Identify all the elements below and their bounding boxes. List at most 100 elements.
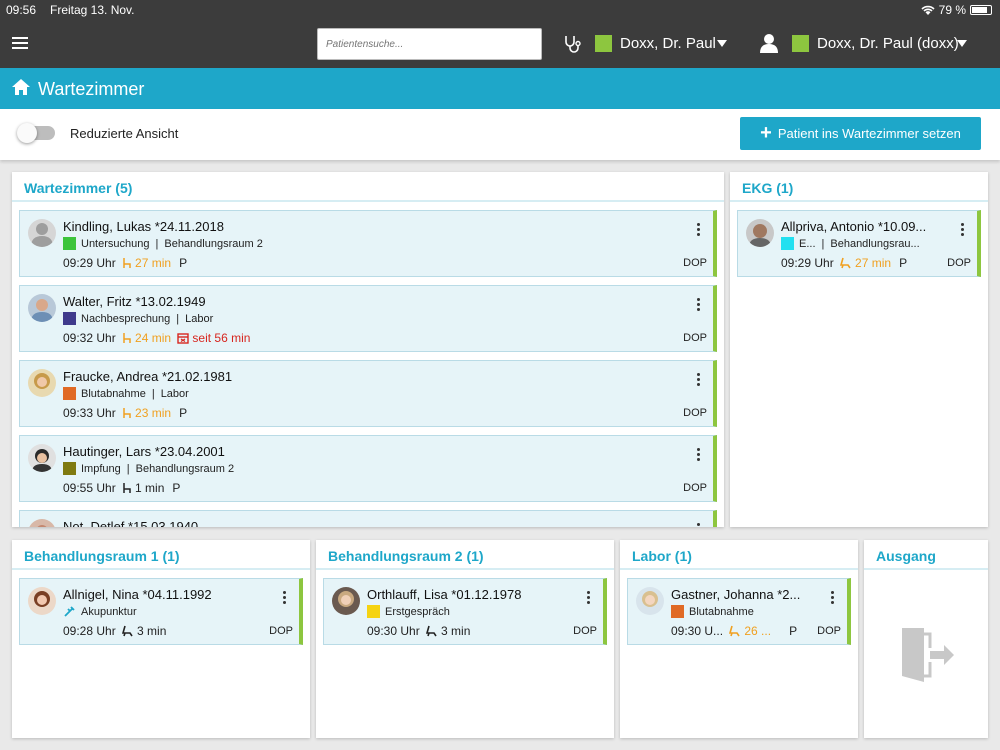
- room-label: Labor: [185, 312, 214, 325]
- page-title: Wartezimmer: [38, 79, 145, 99]
- patient-card[interactable]: Hautinger, Lars *23.04.2001 Impfung | Beha…: [19, 435, 717, 502]
- category-color: [63, 462, 76, 475]
- chair-icon: [729, 625, 740, 637]
- more-options-icon[interactable]: [587, 591, 591, 605]
- more-options-icon[interactable]: [831, 591, 835, 605]
- wait-time: 3 min: [137, 624, 167, 638]
- doctor-selector[interactable]: Doxx, Dr. Paul: [620, 35, 716, 52]
- category-label: Impfung: [81, 462, 121, 475]
- wait-time: 26 ...: [744, 624, 772, 638]
- private-flag: P: [179, 256, 188, 270]
- category-label: Blutabnahme: [81, 387, 146, 400]
- more-options-icon[interactable]: [283, 591, 287, 605]
- avatar: [28, 519, 56, 527]
- category-label: Erstgespräch: [385, 605, 450, 618]
- wait-time: 1 min: [135, 481, 165, 495]
- more-options-icon[interactable]: [697, 373, 701, 387]
- page-header: Wartezimmer: [0, 68, 1000, 109]
- avatar: [28, 444, 56, 472]
- ekg-panel: EKG (1) Allpriva, Antonio *10.09... E...…: [730, 172, 988, 527]
- room-label: Labor: [160, 387, 189, 400]
- user-selector[interactable]: Doxx, Dr. Paul (doxx): [817, 35, 959, 52]
- patient-card[interactable]: Walter, Fritz *13.02.1949 Nachbesprechun…: [19, 285, 717, 352]
- arrival-time: 09:55 Uhr: [63, 481, 116, 495]
- user-color-badge: [792, 35, 809, 52]
- exit-panel[interactable]: Ausgang: [864, 540, 988, 738]
- plus-icon: +: [760, 121, 772, 144]
- private-flag: P: [899, 256, 908, 270]
- more-options-icon[interactable]: [697, 223, 701, 237]
- panel-title: EKG (1): [730, 172, 988, 202]
- waiting-room-panel: Wartezimmer (5) Kindling, Lukas *24.11.2…: [12, 172, 724, 527]
- panel-title: Labor (1): [620, 540, 858, 570]
- doctor-code: DOP: [683, 257, 707, 269]
- room-label: Behandlungsraum 2: [164, 237, 263, 250]
- arrival-time: 09:32 Uhr: [63, 331, 116, 345]
- patient-name: Not, Detlef *15.03.1940: [63, 519, 199, 527]
- wait-time: 27 min: [135, 256, 172, 270]
- reduced-view-toggle[interactable]: [17, 123, 55, 143]
- patient-name: Allpriva, Antonio *10.09...: [781, 219, 927, 234]
- avatar: [28, 587, 56, 615]
- doctor-code: DOP: [683, 332, 707, 344]
- avatar: [28, 219, 56, 247]
- patient-name: Hautinger, Lars *23.04.2001: [63, 444, 225, 459]
- exit-icon: [902, 628, 954, 682]
- more-options-icon[interactable]: [697, 298, 701, 312]
- category-color: [63, 387, 76, 400]
- chevron-down-icon[interactable]: [717, 40, 727, 47]
- patient-card[interactable]: Allnigel, Nina *04.11.1992 Akupunktur 09…: [19, 578, 303, 645]
- chair-icon: [122, 483, 131, 493]
- patient-name: Allnigel, Nina *04.11.1992: [63, 587, 212, 602]
- arrival-time: 09:29 Uhr: [63, 256, 116, 270]
- category-label: Blutabnahme: [689, 605, 754, 618]
- avatar: [746, 219, 774, 247]
- patient-card[interactable]: Allpriva, Antonio *10.09... E... | Behandl…: [737, 210, 981, 277]
- doctor-code: DOP: [573, 625, 597, 637]
- doctor-code: DOP: [947, 257, 971, 269]
- private-flag: P: [789, 624, 798, 638]
- menu-icon[interactable]: [12, 37, 28, 49]
- arrival-time: 09:33 Uhr: [63, 406, 116, 420]
- home-icon[interactable]: [11, 78, 31, 96]
- patient-card[interactable]: Orthlauff, Lisa *01.12.1978 Erstgespräch…: [323, 578, 607, 645]
- arrival-time: 09:30 U...: [671, 624, 724, 638]
- doctor-code: DOP: [269, 625, 293, 637]
- patient-name: Orthlauff, Lisa *01.12.1978: [367, 587, 522, 602]
- avatar: [28, 294, 56, 322]
- patient-card[interactable]: Kindling, Lukas *24.11.2018 Untersuchung…: [19, 210, 717, 277]
- more-options-icon[interactable]: [697, 523, 701, 527]
- chevron-down-icon[interactable]: [957, 40, 967, 47]
- needle-icon: [64, 606, 75, 617]
- wifi-icon: [921, 5, 935, 15]
- bed-icon: [425, 625, 437, 637]
- chair-icon: [122, 408, 131, 418]
- battery-icon: [970, 5, 992, 15]
- patient-card[interactable]: Fraucke, Andrea *21.02.1981 Blutabnahme |…: [19, 360, 717, 427]
- chair-icon: [122, 258, 131, 268]
- panel-title: Behandlungsraum 2 (1): [316, 540, 614, 570]
- reduced-view-label: Reduzierte Ansicht: [70, 126, 179, 141]
- treatment-room-1-panel: Behandlungsraum 1 (1) Allnigel, Nina *04…: [12, 540, 310, 738]
- more-options-icon[interactable]: [961, 223, 965, 237]
- bed-icon: [121, 625, 133, 637]
- toolbar: Reduzierte Ansicht + Patient ins Wartezim…: [0, 109, 1000, 160]
- patient-card[interactable]: Not, Detlef *15.03.1940: [19, 510, 717, 527]
- patient-name: Fraucke, Andrea *21.02.1981: [63, 369, 233, 384]
- wait-time: 3 min: [441, 624, 471, 638]
- add-patient-button[interactable]: + Patient ins Wartezimmer setzen: [740, 117, 981, 150]
- doctor-color-badge: [595, 35, 612, 52]
- patient-card[interactable]: Gastner, Johanna *2... Blutabnahme 09:30…: [627, 578, 851, 645]
- top-nav: Doxx, Dr. Paul Doxx, Dr. Paul (doxx): [0, 20, 1000, 68]
- status-date: Freitag 13. Nov.: [50, 3, 135, 17]
- room-label: Behandlungsrau...: [830, 237, 920, 250]
- category-color: [671, 605, 684, 618]
- category-label: Untersuchung: [81, 237, 150, 250]
- status-time: 09:56: [6, 3, 37, 17]
- more-options-icon[interactable]: [697, 448, 701, 462]
- overdue-label: seit 56 min: [192, 331, 251, 345]
- calendar-icon: [177, 333, 189, 344]
- category-color: [63, 312, 76, 325]
- patient-search-input[interactable]: [317, 28, 542, 60]
- category-label: Akupunktur: [81, 605, 137, 618]
